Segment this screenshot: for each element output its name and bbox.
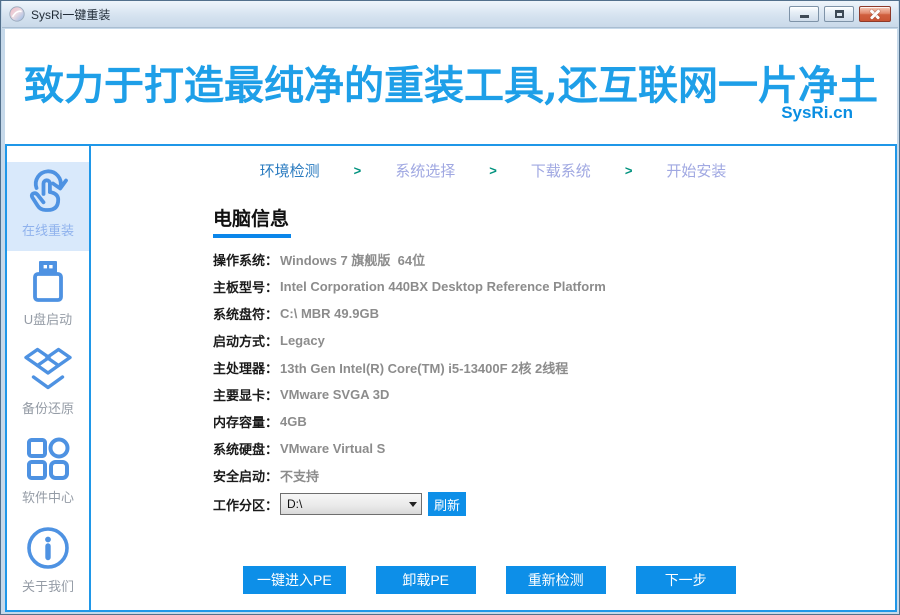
info-row-memory: 内存容量： 4GB — [213, 408, 606, 435]
info-row-secure-boot: 安全启动： 不支持 — [213, 462, 606, 489]
chevron-down-icon — [405, 502, 421, 507]
header-banner: 致力于打造最纯净的重装工具,还互联网一片净土 SysRi.cn — [5, 29, 897, 144]
app-logo-icon — [9, 6, 25, 22]
content-panel: 环境检测 > 系统选择 > 下载系统 > 开始安装 电脑信息 操作系统： Win… — [91, 146, 895, 610]
usb-drive-icon — [33, 261, 63, 302]
info-row-gpu: 主要显卡： VMware SVGA 3D — [213, 381, 606, 408]
step-system-select[interactable]: 系统选择 — [395, 160, 455, 181]
info-row-os: 操作系统： Windows 7 旗舰版 64位 — [213, 246, 606, 273]
title-underline — [213, 234, 291, 238]
sidebar-item-software-center[interactable]: 软件中心 — [7, 429, 89, 518]
sidebar-item-usb-boot[interactable]: U盘启动 — [7, 251, 89, 340]
info-label: 主处理器： — [213, 361, 279, 376]
uninstall-pe-button[interactable]: 卸载PE — [375, 566, 476, 594]
step-separator-icon: > — [624, 163, 633, 178]
step-download-system[interactable]: 下载系统 — [531, 160, 591, 181]
info-value: 4GB — [280, 414, 307, 429]
info-value: Legacy — [280, 333, 325, 348]
sidebar-item-label: U盘启动 — [23, 312, 73, 327]
hand-refresh-icon — [29, 169, 68, 212]
window-controls — [789, 6, 891, 22]
maximize-button[interactable] — [824, 6, 854, 22]
info-label: 系统硬盘： — [213, 442, 279, 457]
info-row-system-drive: 系统盘符： C:\ MBR 49.9GB — [213, 300, 606, 327]
info-value: C:\ MBR 49.9GB — [280, 306, 379, 321]
footer-actions: 一键进入PE 卸载PE 重新检测 下一步 — [243, 566, 736, 594]
main-region: 在线重装 U盘启动 备份还原 软件中心 关于我们 环境检测 > 系统选择 > 下… — [5, 144, 897, 612]
sidebar-item-backup-restore[interactable]: 备份还原 — [7, 340, 89, 429]
info-row-motherboard: 主板型号： Intel Corporation 440BX Desktop Re… — [213, 273, 606, 300]
page-title: 电脑信息 — [213, 204, 291, 238]
info-row-boot-mode: 启动方式： Legacy — [213, 327, 606, 354]
info-value: 不支持 — [280, 469, 320, 484]
partition-select[interactable]: D:\ — [280, 493, 423, 515]
backup-box-icon — [24, 347, 72, 390]
slogan-text: 致力于打造最纯净的重装工具,还互联网一片净土 — [24, 62, 878, 109]
sidebar-item-about-us[interactable]: 关于我们 — [7, 518, 89, 607]
step-nav: 环境检测 > 系统选择 > 下载系统 > 开始安装 — [91, 160, 895, 181]
info-label: 安全启动： — [213, 469, 279, 484]
info-value: Intel Corporation 440BX Desktop Referenc… — [280, 279, 606, 294]
info-row-work-partition: 工作分区： D:\ 刷新 — [213, 491, 606, 517]
close-button[interactable] — [859, 6, 891, 22]
info-label: 启动方式： — [213, 334, 279, 349]
info-value: Windows 7 旗舰版 64位 — [280, 253, 426, 268]
info-row-cpu: 主处理器： 13th Gen Intel(R) Core(TM) i5-1340… — [213, 354, 606, 381]
partition-selected-value: D:\ — [287, 497, 303, 511]
step-start-install[interactable]: 开始安装 — [666, 160, 726, 181]
sidebar-item-online-reinstall[interactable]: 在线重装 — [7, 162, 89, 251]
sidebar-item-label: 在线重装 — [21, 223, 74, 238]
enter-pe-button[interactable]: 一键进入PE — [243, 566, 346, 594]
computer-info-list: 操作系统： Windows 7 旗舰版 64位 主板型号： Intel Corp… — [213, 246, 606, 517]
close-icon — [869, 8, 881, 20]
site-url: SysRi.cn — [781, 103, 853, 122]
title-bar[interactable]: SysRi一键重装 — [2, 1, 898, 28]
info-circle-icon — [27, 527, 69, 569]
info-value: 13th Gen Intel(R) Core(TM) i5-13400F 2核 … — [280, 361, 569, 376]
info-label: 操作系统： — [213, 253, 279, 268]
refresh-button[interactable]: 刷新 — [428, 492, 467, 516]
maximize-icon — [834, 10, 844, 18]
info-value: VMware Virtual S — [280, 441, 386, 456]
info-label: 系统盘符： — [213, 307, 279, 322]
step-separator-icon: > — [353, 163, 362, 178]
info-value: VMware SVGA 3D — [280, 387, 390, 402]
info-label: 主板型号： — [213, 280, 279, 295]
info-label: 工作分区： — [213, 497, 279, 513]
step-separator-icon: > — [489, 163, 497, 178]
app-grid-icon — [27, 437, 70, 480]
app-window: SysRi一键重装 致力于打造最纯净的重装工具,还互联网一片净土 SysRi.c… — [0, 0, 900, 615]
info-row-hdd: 系统硬盘： VMware Virtual S — [213, 435, 606, 462]
recheck-button[interactable]: 重新检测 — [505, 566, 606, 594]
next-step-button[interactable]: 下一步 — [635, 566, 736, 594]
minimize-icon — [799, 15, 809, 18]
step-env-check[interactable]: 环境检测 — [260, 160, 320, 181]
sidebar: 在线重装 U盘启动 备份还原 软件中心 关于我们 — [7, 146, 91, 610]
minimize-button[interactable] — [789, 6, 819, 22]
page-title-text: 电脑信息 — [213, 209, 290, 230]
sidebar-item-label: 软件中心 — [21, 490, 74, 505]
info-label: 内存容量： — [213, 415, 279, 430]
window-title: SysRi一键重装 — [31, 7, 111, 22]
sidebar-item-label: 备份还原 — [21, 401, 74, 416]
sidebar-item-label: 关于我们 — [21, 579, 74, 594]
info-label: 主要显卡： — [213, 388, 279, 403]
